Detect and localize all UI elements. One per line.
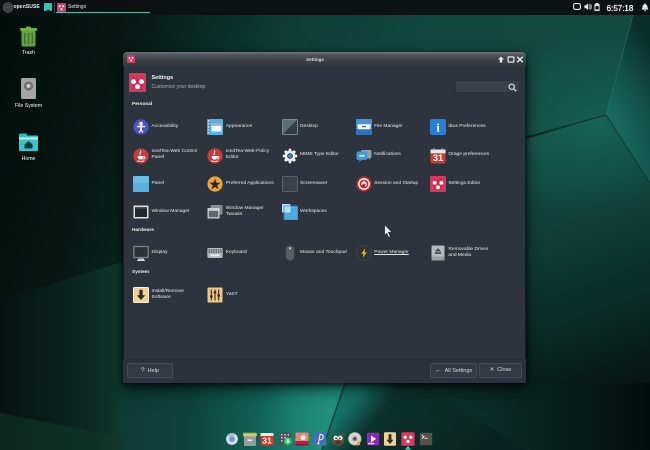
svg-text:31: 31 <box>433 153 444 164</box>
svg-text:6:57:18: 6:57:18 <box>607 4 634 13</box>
svg-text:31: 31 <box>262 435 272 445</box>
